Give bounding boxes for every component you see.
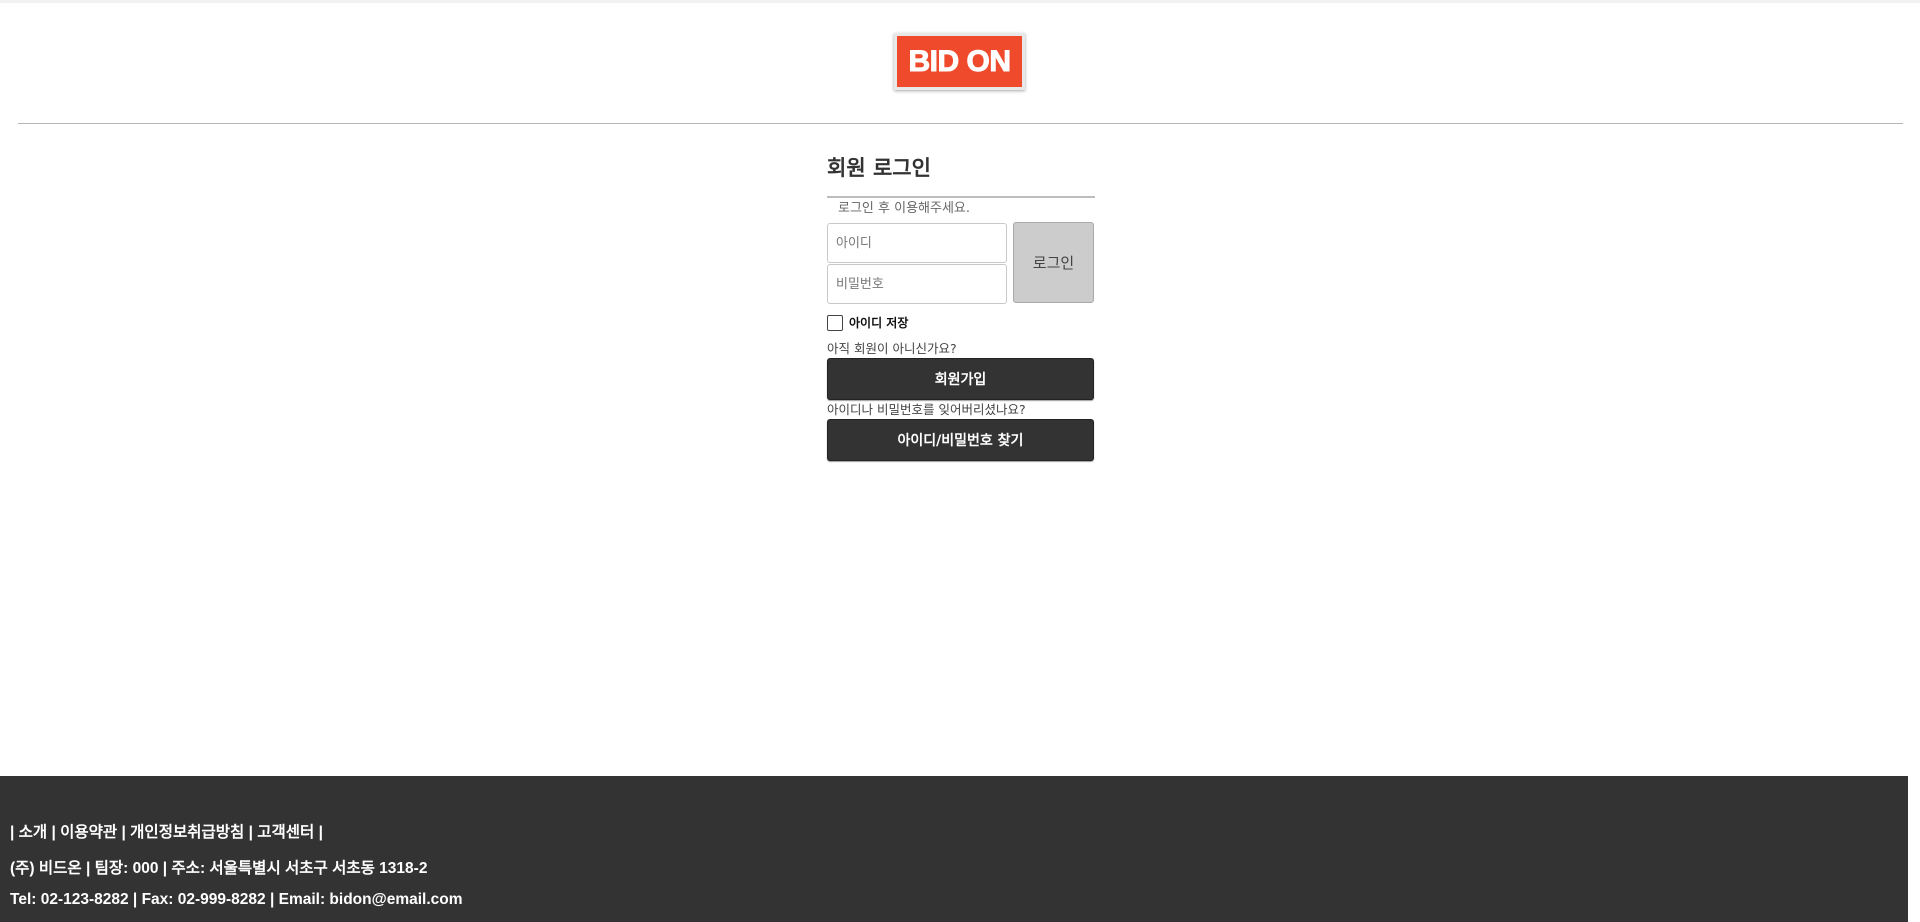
remember-id-checkbox[interactable] [827,314,843,331]
footer: | 소개 | 이용약관 | 개인정보취급방침 | 고객센터 | (주) 비드온 … [0,776,1908,922]
footer-company-info: (주) 비드온 | 팀장: 000 | 주소: 서울특별시 서초구 서초동 13… [10,860,428,877]
top-border [0,0,1920,3]
login-button[interactable]: 로그인 [1013,222,1094,303]
find-account-button[interactable]: 아이디/비밀번호 찾기 [827,419,1094,461]
footer-contact-info: Tel: 02-123-8282 | Fax: 02-999-8282 | Em… [10,891,463,908]
footer-separator: | [121,824,126,841]
footer-link-privacy[interactable]: 개인정보취급방침 [130,824,244,841]
remember-id-option[interactable]: 아이디 저장 [827,314,908,331]
remember-id-label[interactable]: 아이디 저장 [849,314,908,331]
site-logo[interactable]: BID ON [894,33,1025,90]
title-divider [827,196,1095,198]
footer-separator: | [248,824,253,841]
footer-link-support[interactable]: 고객센터 [257,824,314,841]
header-divider [18,123,1903,124]
footer-link-about[interactable]: 소개 [19,824,48,841]
footer-separator: | [10,824,15,841]
find-account-hint: 아이디나 비밀번호를 잊어버리셨나요? [827,402,1026,417]
footer-links: | 소개 | 이용약관 | 개인정보취급방침 | 고객센터 | [10,820,323,842]
id-input[interactable] [827,223,1007,263]
login-notice: 로그인 후 이용해주세요. [838,201,970,216]
logo-text: BID ON [897,36,1022,87]
password-input[interactable] [827,264,1007,304]
page-title: 회원 로그인 [827,156,931,180]
footer-separator: | [51,824,56,841]
footer-separator: | [318,824,323,841]
signup-hint: 아직 회원이 아니신가요? [827,341,957,356]
signup-button[interactable]: 회원가입 [827,358,1094,400]
footer-link-terms[interactable]: 이용약관 [60,824,117,841]
